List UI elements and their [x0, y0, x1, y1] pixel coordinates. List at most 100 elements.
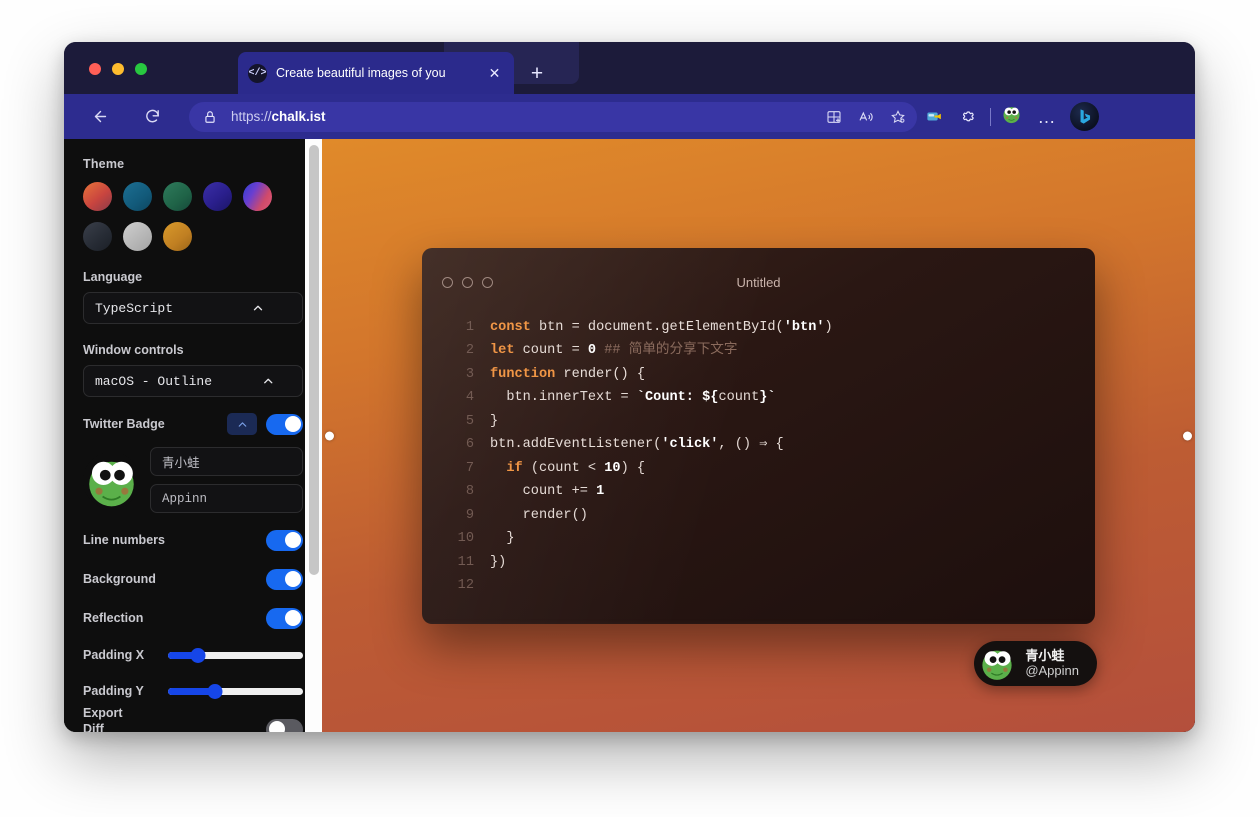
theme-swatch-ocean[interactable]	[123, 182, 152, 211]
code-line: 2 let count = 0 ## 简单的分享下文字	[444, 339, 1073, 363]
line-number: 5	[465, 413, 474, 429]
code-line-text: })	[490, 554, 507, 570]
code-line: 6 btn.addEventListener('click', () ⇒ {	[444, 433, 1073, 457]
browser-toolbar: https://chalk.ist …	[64, 94, 1195, 139]
back-arrow-icon[interactable]	[85, 102, 115, 132]
code-line-text: let count = 0 ## 简单的分享下文字	[490, 343, 738, 358]
reflection-toggle[interactable]	[266, 607, 303, 629]
add-favorite-icon[interactable]	[885, 104, 911, 130]
code-brackets-icon: </>	[248, 63, 267, 83]
theme-swatch-silver[interactable]	[123, 222, 152, 251]
code-line: 8 count += 1	[444, 480, 1073, 504]
padding-y-label: Padding Y	[83, 684, 144, 698]
code-line: 10 }	[444, 527, 1073, 551]
badge-avatar[interactable]	[83, 451, 140, 509]
collections-icon[interactable]	[917, 102, 951, 132]
browser-tab-active[interactable]: </> Create beautiful images of you ✕	[238, 52, 514, 94]
twitter-badge-editor: 青小蛙 Appinn	[83, 447, 303, 513]
bing-copilot-icon[interactable]	[1070, 102, 1099, 131]
screenshot-root: </> Create beautiful images of you ✕ + h…	[0, 0, 1260, 817]
chevron-up-icon	[245, 374, 291, 388]
twitter-badge-row: Twitter Badge	[83, 412, 303, 436]
settings-sidebar: Theme Language TypeScript Window control…	[64, 139, 322, 732]
badge-input-group: 青小蛙 Appinn	[150, 447, 303, 513]
url-text: https://chalk.ist	[231, 109, 821, 124]
theme-swatch-amber[interactable]	[163, 222, 192, 251]
toggle-knob	[284, 571, 301, 587]
badge-display-name: 青小蛙	[1025, 647, 1065, 663]
twitter-badge-collapse-button[interactable]	[227, 413, 257, 435]
code-line-text: btn.addEventListener('click', () ⇒ {	[490, 437, 784, 452]
padding-y-slider[interactable]	[168, 683, 303, 699]
line-number: 1	[465, 319, 474, 335]
code-card-title[interactable]: Untitled	[422, 275, 1095, 290]
code-editor[interactable]: 1 const btn = document.getElementById('bt…	[422, 316, 1095, 598]
line-number: 9	[465, 507, 474, 523]
theme-swatch-slate[interactable]	[83, 222, 112, 251]
language-value: TypeScript	[95, 300, 174, 316]
more-options-icon[interactable]: …	[1030, 102, 1064, 132]
theme-swatch-forest[interactable]	[163, 182, 192, 211]
close-icon[interactable]: ✕	[485, 64, 504, 83]
export-section-label: Export	[83, 706, 123, 720]
code-line: 7 if (count < 10) {	[444, 457, 1073, 481]
reload-icon[interactable]	[137, 102, 167, 132]
theme-swatch-list	[83, 182, 303, 251]
code-line: 12	[444, 574, 1073, 598]
code-card-header: Untitled	[422, 268, 1095, 298]
badge-avatar	[979, 645, 1015, 681]
diff-toggle[interactable]	[266, 718, 303, 732]
profile-avatar-icon[interactable]	[996, 102, 1030, 132]
padding-x-row: Padding X	[83, 644, 303, 666]
theme-swatch-violet[interactable]	[203, 182, 232, 211]
code-line-text: if (count < 10) {	[506, 460, 646, 476]
line-number: 3	[465, 366, 474, 382]
code-line-text: count += 1	[490, 484, 605, 499]
url-host: chalk.ist	[271, 109, 326, 124]
read-aloud-icon[interactable]	[853, 104, 879, 130]
address-bar[interactable]: https://chalk.ist	[189, 101, 917, 132]
split-screen-icon[interactable]	[821, 104, 847, 130]
background-toggle[interactable]	[266, 568, 303, 590]
resize-handle-left[interactable]	[325, 431, 334, 440]
sidebar-scrollbar[interactable]	[305, 139, 322, 732]
more-options-label: …	[1037, 106, 1057, 127]
diff-label: Diff	[83, 722, 104, 732]
code-line: 5}	[444, 410, 1073, 434]
avatar	[1002, 105, 1025, 128]
window-controls-label: Window controls	[83, 343, 184, 357]
window-controls-value: macOS - Outline	[95, 373, 213, 389]
code-card[interactable]: Untitled 1 const btn = document.getElemen…	[422, 247, 1095, 624]
line-number: 10	[457, 531, 474, 546]
toggle-knob	[284, 532, 301, 548]
extensions-icon[interactable]	[951, 102, 985, 132]
padding-x-slider[interactable]	[168, 647, 303, 663]
code-line-text: }	[490, 531, 515, 546]
resize-handle-right[interactable]	[1183, 431, 1192, 440]
badge-name-input[interactable]: 青小蛙	[150, 447, 303, 476]
chevron-up-icon	[225, 301, 291, 315]
app-body: Theme Language TypeScript Window control…	[64, 139, 1195, 732]
line-numbers-row: Line numbers	[83, 528, 303, 552]
padding-x-thumb[interactable]	[190, 647, 206, 663]
code-line-text: btn.innerText = `Count: ${count}`	[490, 390, 776, 405]
close-window-button[interactable]	[89, 63, 101, 75]
padding-y-thumb[interactable]	[207, 683, 223, 699]
badge-handle-input[interactable]: Appinn	[150, 484, 303, 513]
language-select[interactable]: TypeScript	[83, 292, 303, 324]
background-row: Background	[83, 567, 303, 591]
preview-canvas: Untitled 1 const btn = document.getElemen…	[322, 139, 1195, 732]
theme-swatch-candy[interactable]	[243, 182, 272, 211]
twitter-badge-toggle[interactable]	[266, 413, 303, 435]
theme-section-label: Theme	[83, 157, 125, 171]
new-tab-button[interactable]: +	[524, 61, 550, 87]
twitter-badge-controls	[227, 413, 303, 435]
browser-tab-strip: </> Create beautiful images of you ✕ +	[64, 42, 1195, 94]
window-controls-select[interactable]: macOS - Outline	[83, 365, 303, 397]
minimize-window-button[interactable]	[112, 63, 124, 75]
maximize-window-button[interactable]	[135, 63, 147, 75]
code-line-text: render()	[490, 507, 588, 523]
sidebar-scrollbar-thumb[interactable]	[308, 145, 319, 575]
theme-swatch-sunset[interactable]	[83, 182, 112, 211]
line-numbers-toggle[interactable]	[266, 529, 303, 551]
